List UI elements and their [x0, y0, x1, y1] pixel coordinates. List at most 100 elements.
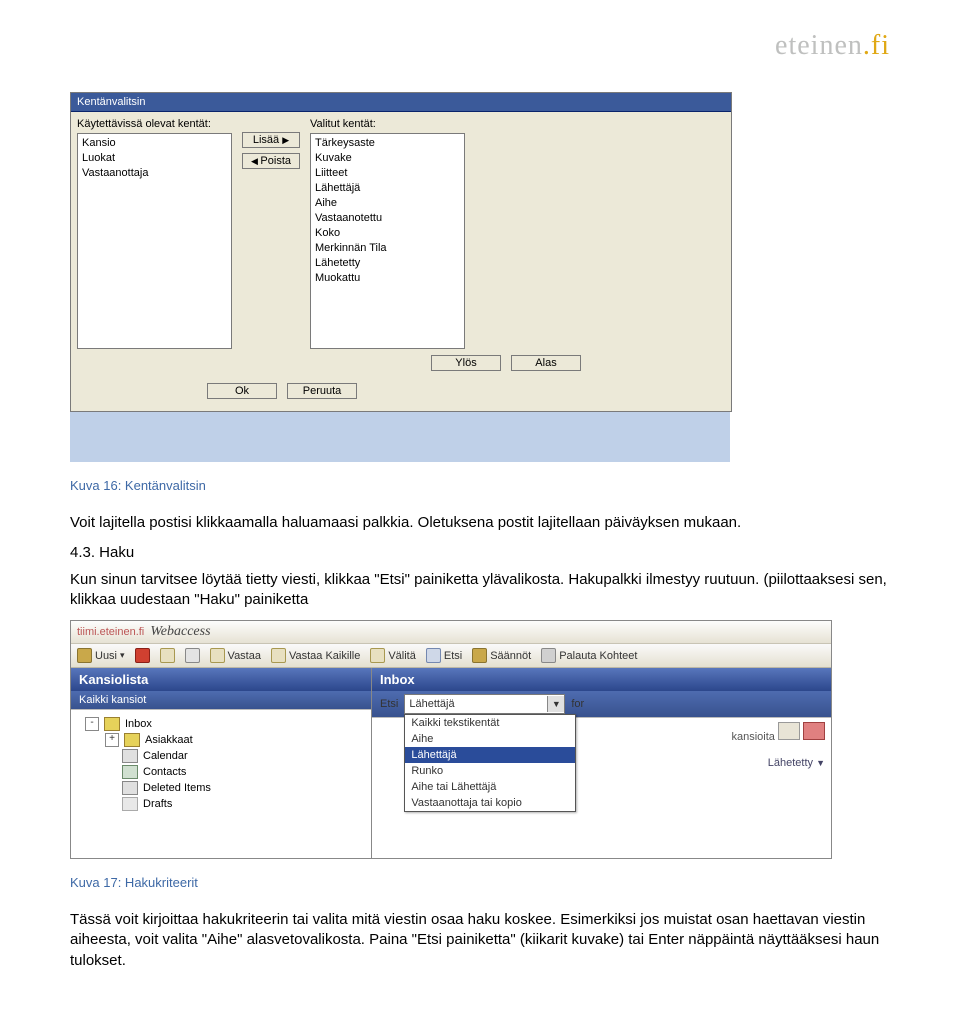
collapse-icon[interactable]: - [85, 717, 99, 731]
list-item[interactable]: Kuvake [315, 151, 460, 166]
forward-button[interactable]: Välitä [370, 648, 416, 663]
reply-button[interactable]: Vastaa [210, 648, 261, 663]
rules-button[interactable]: Säännöt [472, 648, 531, 663]
content-title: Inbox [372, 668, 831, 691]
list-item[interactable]: Lähettäjä [315, 181, 460, 196]
reply-label: Vastaa [228, 650, 261, 662]
figure-caption-17: Kuva 17: Hakukriteerit [70, 875, 890, 890]
chevron-down-icon[interactable]: ▼ [547, 696, 564, 712]
trash-icon [122, 781, 138, 795]
figure-caption-16: Kuva 16: Kentänvalitsin [70, 478, 890, 493]
reply-all-button[interactable]: Vastaa Kaikille [271, 648, 360, 663]
list-item[interactable]: Vastaanottaja [82, 166, 227, 181]
list-item[interactable]: Lähetetty [315, 256, 460, 271]
delete-button[interactable] [135, 648, 150, 663]
paragraph: Kun sinun tarvitsee löytää tietty viesti… [70, 570, 890, 611]
list-item[interactable]: Merkinnän Tila [315, 241, 460, 256]
dropdown-item[interactable]: Kaikki tekstikentät [405, 715, 575, 731]
address-bar: tiimi.eteinen.fi Webaccess [71, 621, 831, 644]
tree-item-contacts[interactable]: Contacts [75, 764, 367, 780]
decorative-bar [70, 412, 730, 462]
reply-all-label: Vastaa Kaikille [289, 650, 360, 662]
available-fields-label: Käytettävissä olevat kentät: [77, 118, 232, 130]
search-bar: Etsi Lähettäjä ▼ Kaikki tekstikentät Aih… [372, 691, 831, 717]
list-item[interactable]: Aihe [315, 196, 460, 211]
restore-button[interactable]: Palauta Kohteet [541, 648, 637, 663]
for-label: for [571, 698, 584, 710]
move-down-button[interactable]: Alas [511, 355, 581, 371]
move-up-button[interactable]: Ylös [431, 355, 501, 371]
ok-button[interactable]: Ok [207, 383, 277, 399]
tree-label: Inbox [125, 718, 152, 730]
folder-list-pane: Kansiolista Kaikki kansiot - Inbox + Asi… [71, 668, 372, 858]
content-pane: Inbox Etsi Lähettäjä ▼ Kaikki tekstikent… [372, 668, 831, 858]
search-field-combo[interactable]: Lähettäjä ▼ Kaikki tekstikentät Aihe Läh… [404, 694, 565, 714]
folder-tree: - Inbox + Asiakkaat Calendar [71, 709, 371, 826]
new-icon [77, 648, 92, 663]
sort-desc-icon: ▼ [816, 758, 825, 768]
restore-label: Palauta Kohteet [559, 650, 637, 662]
available-fields-listbox[interactable]: Kansio Luokat Vastaanottaja [77, 133, 232, 349]
forward-icon [370, 648, 385, 663]
arrow-left-icon: ◀ [251, 156, 260, 166]
sent-column-label[interactable]: Lähetetty [768, 757, 813, 769]
chevron-down-icon: ▾ [120, 650, 125, 661]
folder-list-title: Kansiolista [71, 668, 371, 691]
contacts-icon [122, 765, 138, 779]
drafts-icon [122, 797, 138, 811]
add-button[interactable]: Lisää ▶ [242, 132, 300, 148]
remove-label: Poista [260, 155, 291, 167]
app-name: Webaccess [150, 624, 210, 639]
search-button[interactable]: Etsi [426, 648, 462, 663]
cancel-button[interactable]: Peruuta [287, 383, 357, 399]
logo-text-gold: .fi [863, 30, 890, 61]
combo-value: Lähettäjä [409, 698, 454, 710]
folder-icon [124, 733, 140, 747]
list-item[interactable]: Liitteet [315, 166, 460, 181]
print-icon [185, 648, 200, 663]
tree-item-drafts[interactable]: Drafts [75, 796, 367, 812]
dropdown-item[interactable]: Vastaanottaja tai kopio [405, 795, 575, 811]
search-exec-icon[interactable] [778, 722, 800, 740]
search-cancel-icon[interactable] [803, 722, 825, 740]
remove-button[interactable]: ◀ Poista [242, 153, 300, 169]
dropdown-item[interactable]: Aihe [405, 731, 575, 747]
tree-item-deleted[interactable]: Deleted Items [75, 780, 367, 796]
webaccess-screenshot: tiimi.eteinen.fi Webaccess Uusi ▾ Vastaa… [70, 620, 832, 859]
list-item[interactable]: Koko [315, 226, 460, 241]
field-chooser-dialog: Kentänvalitsin Käytettävissä olevat kent… [70, 92, 732, 412]
list-item[interactable]: Muokattu [315, 271, 460, 286]
tree-label: Contacts [143, 766, 186, 778]
selected-fields-listbox[interactable]: Tärkeysaste Kuvake Liitteet Lähettäjä Ai… [310, 133, 465, 349]
section-heading: 4.3. Haku [70, 543, 890, 563]
new-button[interactable]: Uusi ▾ [77, 648, 125, 663]
print-button[interactable] [185, 648, 200, 663]
tree-item-asiakkaat[interactable]: + Asiakkaat [75, 732, 367, 748]
search-prefix-label: Etsi [380, 698, 398, 710]
dropdown-item[interactable]: Runko [405, 763, 575, 779]
logo-text-grey: eteinen [775, 30, 863, 61]
list-item[interactable]: Luokat [82, 151, 227, 166]
dropdown-item-selected[interactable]: Lähettäjä [405, 747, 575, 763]
reply-icon [210, 648, 225, 663]
rules-label: Säännöt [490, 650, 531, 662]
tree-label: Deleted Items [143, 782, 211, 794]
tree-label: Asiakkaat [145, 734, 193, 746]
dropdown-item[interactable]: Aihe tai Lähettäjä [405, 779, 575, 795]
list-item[interactable]: Kansio [82, 136, 227, 151]
inbox-icon [104, 717, 120, 731]
search-label: Etsi [444, 650, 462, 662]
paragraph: Voit lajitella postisi klikkaamalla halu… [70, 513, 890, 533]
folder-list-subtitle[interactable]: Kaikki kansiot [71, 691, 371, 709]
binoculars-icon [426, 648, 441, 663]
tree-item-calendar[interactable]: Calendar [75, 748, 367, 764]
list-item[interactable]: Tärkeysaste [315, 136, 460, 151]
tree-item-inbox[interactable]: - Inbox [75, 716, 367, 732]
move-button[interactable] [160, 648, 175, 663]
address-host: tiimi.eteinen.fi [77, 626, 144, 638]
search-field-dropdown: Kaikki tekstikentät Aihe Lähettäjä Runko… [404, 714, 576, 812]
kansioita-label: kansioita [731, 731, 774, 743]
expand-icon[interactable]: + [105, 733, 119, 747]
brand-logo: eteinen.fi [70, 20, 890, 92]
list-item[interactable]: Vastaanotettu [315, 211, 460, 226]
